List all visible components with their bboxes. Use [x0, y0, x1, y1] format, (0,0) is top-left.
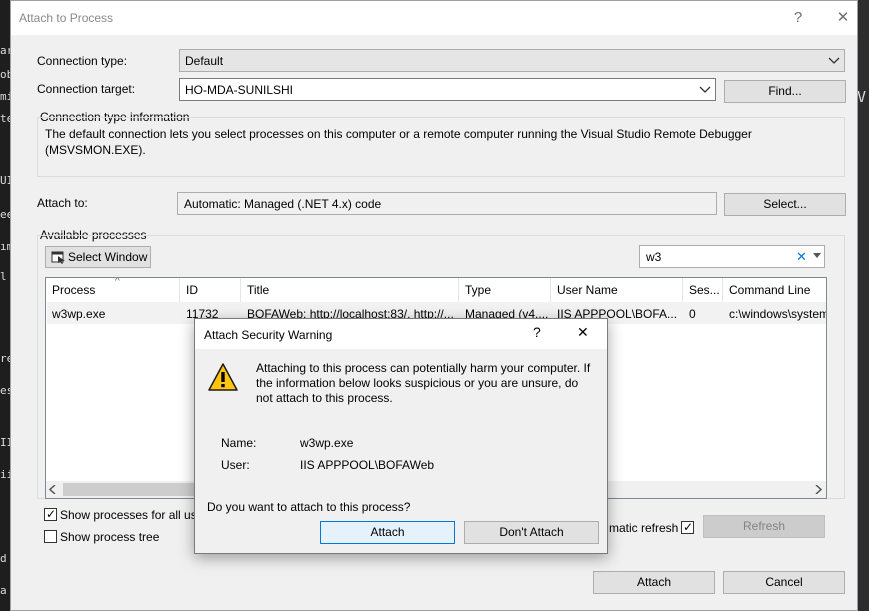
attach-security-warning-dialog: Attach Security Warning ? ✕ Attaching to…	[194, 318, 608, 554]
show-process-tree-checkbox[interactable]	[44, 530, 57, 543]
column-header-title[interactable]: Title	[241, 278, 459, 302]
column-header-id[interactable]: ID	[180, 278, 241, 302]
select-window-label: Select Window	[68, 250, 148, 264]
connection-info-text: The default connection lets you select p…	[45, 127, 752, 157]
warning-name-label: Name:	[221, 436, 257, 450]
dont-attach-button[interactable]: Don't Attach	[464, 521, 599, 544]
warning-name-value: w3wp.exe	[300, 436, 354, 450]
dialog-titlebar: Attach to Process ? ✕	[11, 1, 857, 35]
attach-to-label: Attach to:	[37, 196, 88, 210]
refresh-button[interactable]: Refresh	[703, 515, 825, 538]
find-button[interactable]: Find...	[724, 80, 846, 103]
checkmark-icon: ✓	[46, 507, 57, 521]
select-code-type-button[interactable]: Select...	[724, 193, 846, 216]
connection-type-dropdown[interactable]: Default	[179, 49, 845, 72]
process-filter-input[interactable]: w3 ✕	[639, 245, 825, 268]
cell-session: 0	[689, 307, 696, 321]
warning-title: Attach Security Warning	[204, 328, 333, 342]
column-header-process[interactable]: Process	[46, 278, 180, 302]
cancel-button[interactable]: Cancel	[723, 571, 845, 594]
column-header-type[interactable]: Type	[459, 278, 551, 302]
close-icon[interactable]: ✕	[831, 7, 855, 29]
automatic-refresh-checkbox[interactable]: ✓	[681, 520, 694, 534]
warning-titlebar: Attach Security Warning ? ✕	[195, 319, 607, 349]
connection-type-label: Connection type:	[37, 54, 128, 68]
help-icon[interactable]: ?	[533, 324, 547, 342]
scroll-right-icon[interactable]	[814, 485, 822, 494]
connection-type-value: Default	[185, 54, 224, 68]
attach-to-value: Automatic: Managed (.NET 4.x) code	[184, 197, 382, 211]
ide-background-right: V	[857, 0, 869, 611]
checkmark-icon: ✓	[683, 520, 694, 534]
help-icon[interactable]: ?	[786, 7, 810, 29]
clear-filter-icon[interactable]: ✕	[796, 249, 807, 265]
scroll-left-icon[interactable]	[49, 485, 57, 494]
warning-triangle-icon	[208, 363, 238, 391]
automatic-refresh-label[interactable]: matic refresh	[609, 521, 678, 535]
attach-button[interactable]: Attach	[593, 571, 715, 594]
show-all-users-label[interactable]: Show processes for all use	[60, 508, 203, 522]
connection-target-combobox[interactable]: HO-MDA-SUNILSHI	[179, 78, 716, 101]
column-header-user-name[interactable]: User Name	[551, 278, 683, 302]
ide-code-fragment: V	[857, 88, 867, 102]
column-header-command-line[interactable]: Command Line	[723, 278, 826, 302]
close-icon[interactable]: ✕	[577, 324, 591, 342]
warning-message: Attaching to this process can potentiall…	[256, 361, 591, 405]
filter-dropdown-icon[interactable]	[813, 253, 821, 259]
show-all-users-checkbox[interactable]: ✓	[44, 507, 57, 521]
warning-user-value: IIS APPPOOL\BOFAWeb	[300, 458, 435, 472]
select-window-button[interactable]: Select Window	[45, 246, 151, 268]
column-header-session[interactable]: Ses...	[683, 278, 723, 302]
warning-question: Do you want to attach to this process?	[207, 500, 411, 514]
process-filter-value: w3	[646, 250, 662, 264]
dialog-title: Attach to Process	[19, 11, 114, 25]
warning-user-label: User:	[221, 458, 250, 472]
select-window-icon	[51, 251, 65, 264]
connection-target-label: Connection target:	[37, 82, 136, 96]
chevron-down-icon	[828, 57, 840, 64]
chevron-down-icon[interactable]	[699, 81, 711, 97]
connection-target-value: HO-MDA-SUNILSHI	[185, 83, 294, 97]
cell-process: w3wp.exe	[52, 307, 106, 321]
warning-attach-button[interactable]: Attach	[320, 521, 455, 544]
attach-to-field: Automatic: Managed (.NET 4.x) code	[177, 192, 717, 215]
cell-command-line: c:\windows\system	[729, 307, 827, 321]
show-process-tree-label[interactable]: Show process tree	[60, 530, 159, 544]
